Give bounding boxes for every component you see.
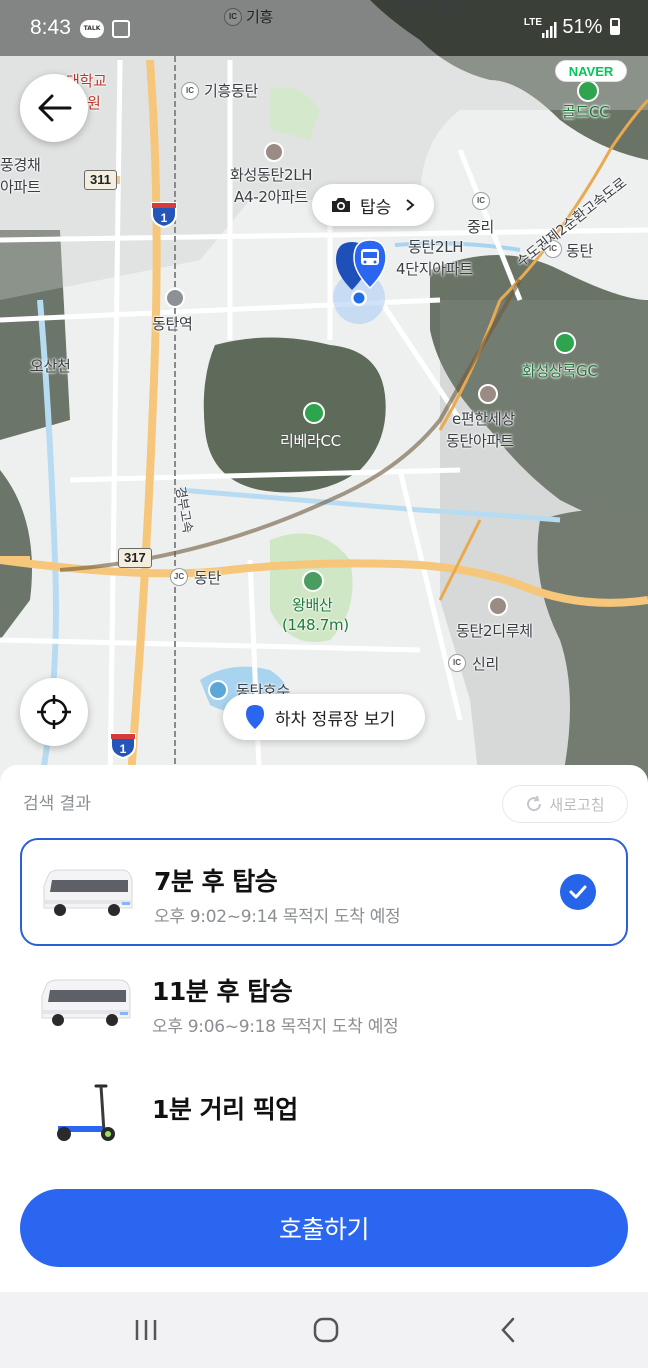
- map-label: 아파트: [0, 178, 41, 196]
- refresh-button[interactable]: 새로고침: [502, 785, 628, 823]
- ride-option[interactable]: 1분 거리 픽업: [20, 1058, 628, 1166]
- call-button[interactable]: 호출하기: [20, 1189, 628, 1267]
- lte-indicator: LTE: [523, 17, 542, 28]
- ride-option[interactable]: 11분 후 탑승 오후 9:06~9:18 목적지 도착 예정: [20, 948, 628, 1056]
- ic-icon: IC: [448, 654, 466, 672]
- map-label: 골드CC: [562, 103, 610, 121]
- crosshair-icon: [37, 695, 71, 729]
- apartment-icon: [478, 384, 498, 404]
- sheet-title: 검색 결과: [23, 794, 91, 814]
- boarding-photo-button[interactable]: 탑승: [312, 184, 434, 226]
- road-number-shield: 317: [118, 548, 152, 568]
- train-station-icon: [165, 288, 185, 308]
- view-dropoff-stop-label: 하차 정류장 보기: [275, 709, 396, 730]
- home-icon: [313, 1317, 339, 1343]
- check-icon: [560, 874, 596, 910]
- map-base: [0, 0, 648, 790]
- map-label: 리베라CC: [280, 432, 341, 450]
- map-label: 화성동탄2LH: [230, 166, 313, 184]
- lake-park-icon: [208, 680, 228, 700]
- option-subtitle: 오후 9:02~9:14 목적지 도착 예정: [154, 907, 401, 927]
- battery-level: 51%: [562, 16, 603, 38]
- van-icon: [43, 869, 133, 916]
- location-pin-icon: [246, 705, 264, 729]
- map-label: 풍경채: [0, 156, 41, 174]
- ic-icon: IC: [472, 192, 490, 210]
- map-label: 기흥동탄: [204, 82, 259, 100]
- battery-icon: 51%: [562, 16, 620, 39]
- recent-apps-button[interactable]: [126, 1312, 166, 1348]
- arrow-left-icon: [38, 94, 72, 122]
- system-nav-bar: [0, 1292, 648, 1368]
- map-label: 동탄: [194, 569, 222, 587]
- highway-shield-icon: 1: [110, 733, 136, 759]
- golf-icon: [554, 332, 576, 354]
- scooter-icon: [57, 1084, 115, 1141]
- map-label: 중리: [467, 218, 495, 236]
- map-label: 동탄아파트: [446, 432, 514, 450]
- map-label: (148.7m): [282, 616, 349, 634]
- back-button[interactable]: [20, 74, 88, 142]
- option-title: 7분 후 탑승: [154, 867, 278, 896]
- map-label: A4-2아파트: [234, 188, 309, 206]
- chevron-right-icon: [406, 199, 415, 211]
- map-label: 롯데아울렛: [395, 0, 465, 16]
- mountain-icon: [302, 570, 324, 592]
- map-view[interactable]: 기흥 IC 대학교 심병원 풍경채 아파트 IC 기흥동탄 화성동탄2LH A4…: [0, 0, 648, 790]
- road-number-shield: 311: [84, 170, 117, 190]
- results-sheet: 검색 결과 새로고침 7분 후 탑승 오후 9:02~9:14 목적지 도착 예…: [0, 765, 648, 1292]
- map-label: 동탄2LH: [408, 238, 464, 256]
- golf-icon: [303, 402, 325, 424]
- status-time: 8:43: [30, 16, 71, 39]
- map-label: 4단지아파트: [396, 260, 473, 278]
- view-dropoff-stop-button[interactable]: 하차 정류장 보기: [223, 694, 425, 740]
- map-label: e편한세상: [452, 410, 515, 428]
- map-label: 신리: [472, 655, 500, 673]
- boarding-photo-label: 탑승: [360, 197, 392, 218]
- map-label: 왕배산: [292, 596, 333, 614]
- map-label: 화성상록GC: [522, 362, 598, 380]
- bus-stop-marker[interactable]: [332, 238, 392, 308]
- gallery-icon: [112, 20, 130, 38]
- option-subtitle: 오후 9:06~9:18 목적지 도착 예정: [152, 1017, 399, 1037]
- map-label: 동탄역: [152, 315, 193, 333]
- option-title: 11분 후 탑승: [152, 977, 293, 1006]
- refresh-label: 새로고침: [549, 795, 605, 814]
- map-label: 동탄: [566, 242, 594, 260]
- map-label: 동탄2디루체: [456, 622, 533, 640]
- highway-shield-icon: 1: [151, 202, 177, 228]
- van-icon: [41, 979, 131, 1026]
- highway-number: 1: [161, 211, 168, 225]
- system-back-button[interactable]: [488, 1312, 528, 1348]
- jc-icon: JC: [170, 568, 188, 586]
- apartment-icon: [264, 142, 284, 162]
- camera-icon: [332, 198, 350, 212]
- chevron-left-icon: [501, 1317, 515, 1343]
- golf-icon: [577, 80, 599, 102]
- map-label: 오산천: [30, 357, 71, 375]
- apartment-icon: [488, 596, 508, 616]
- home-button[interactable]: [306, 1312, 346, 1348]
- naver-logo: NAVER: [555, 60, 627, 82]
- highway-number: 1: [120, 742, 127, 756]
- status-bar: 롯데아울렛 8:43 TALK LTE 51%: [0, 0, 648, 56]
- recents-icon: [135, 1320, 157, 1340]
- kakaotalk-icon: TALK: [80, 20, 104, 38]
- refresh-icon: [527, 795, 542, 812]
- my-location-button[interactable]: [20, 678, 88, 746]
- signal-icon: [542, 22, 557, 38]
- ic-icon: IC: [181, 82, 199, 100]
- option-title: 1분 거리 픽업: [152, 1095, 298, 1124]
- ride-option[interactable]: 7분 후 탑승 오후 9:02~9:14 목적지 도착 예정: [20, 838, 628, 946]
